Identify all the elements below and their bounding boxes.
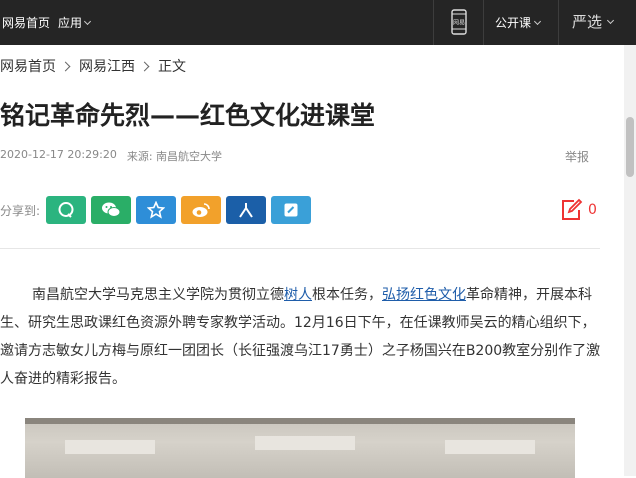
report-link[interactable]: 举报 (565, 148, 589, 165)
comment-count: 0 (588, 202, 597, 218)
share-label: 分享到: (0, 203, 41, 218)
article-paragraph: 南昌航空大学马克思主义学院为贯彻立德树人根本任务，弘扬红色文化革命精神，开展本科… (0, 281, 604, 393)
share-yixin-button[interactable] (271, 196, 312, 224)
open-course-menu[interactable]: 公开课 (495, 14, 542, 31)
comment-edit-icon (562, 198, 583, 220)
chevron-right-icon (60, 61, 71, 71)
chevron-down-icon (83, 17, 92, 25)
link-red-culture[interactable]: 弘扬红色文化 (382, 287, 466, 303)
breadcrumb-home[interactable]: 网易首页 (0, 56, 56, 76)
ceiling-light (65, 440, 155, 454)
netease-home-link[interactable]: 网易首页 (2, 14, 50, 31)
qq-icon (58, 202, 74, 218)
share-weibo-button[interactable] (181, 196, 222, 224)
paragraph-text: 根本任务， (312, 287, 382, 303)
comment-button[interactable]: 0 (560, 198, 597, 222)
yanxuan-label: 严选 (572, 13, 603, 31)
svg-text:网易: 网易 (453, 20, 465, 27)
divider (558, 0, 559, 45)
mobile-app-icon[interactable]: 网易 (446, 9, 472, 35)
divider (0, 248, 600, 249)
divider (483, 0, 484, 45)
divider (433, 0, 434, 45)
breadcrumb-jiangxi[interactable]: 网易江西 (79, 56, 135, 76)
share-qq-button[interactable] (46, 196, 87, 224)
apps-menu[interactable]: 应用 (58, 14, 92, 31)
photo-top-edge (25, 418, 575, 424)
ceiling-light (445, 440, 535, 454)
qzone-star-icon (147, 201, 166, 219)
scrollbar-thumb[interactable] (626, 117, 634, 177)
paragraph-text: 南昌航空大学马克思主义学院为贯彻立德 (32, 287, 284, 303)
renren-icon (239, 203, 253, 218)
share-qzone-button[interactable] (136, 196, 177, 224)
wechat-icon (102, 202, 121, 217)
breadcrumb: 网易首页 网易江西 正文 (0, 56, 186, 76)
breadcrumb-current: 正文 (158, 59, 186, 75)
article-title: 铭记革命先烈——红色文化进课堂 (0, 101, 376, 130)
article-photo (25, 418, 575, 478)
open-course-label: 公开课 (495, 16, 532, 30)
ceiling-light (255, 436, 355, 450)
apps-label: 应用 (58, 16, 83, 30)
chevron-down-icon (533, 17, 542, 25)
share-renren-button[interactable] (226, 196, 267, 224)
weibo-icon (192, 203, 210, 217)
publish-date: 2020-12-17 20:29:20 (0, 148, 117, 161)
yixin-icon (284, 203, 298, 217)
article-source[interactable]: 来源: 南昌航空大学 (127, 148, 222, 164)
share-wechat-button[interactable] (91, 196, 132, 224)
article-meta: 2020-12-17 20:29:20 来源: 南昌航空大学 (0, 148, 222, 164)
top-nav-bar: 网易首页 应用 网易 公开课 严选 (0, 0, 636, 45)
chevron-right-icon (139, 61, 150, 71)
yanxuan-menu[interactable]: 严选 (572, 11, 615, 32)
chevron-down-icon (606, 16, 615, 24)
link-shuren[interactable]: 树人 (284, 287, 312, 303)
share-bar: 分享到: (0, 196, 316, 224)
page-scrollbar[interactable] (624, 45, 636, 476)
